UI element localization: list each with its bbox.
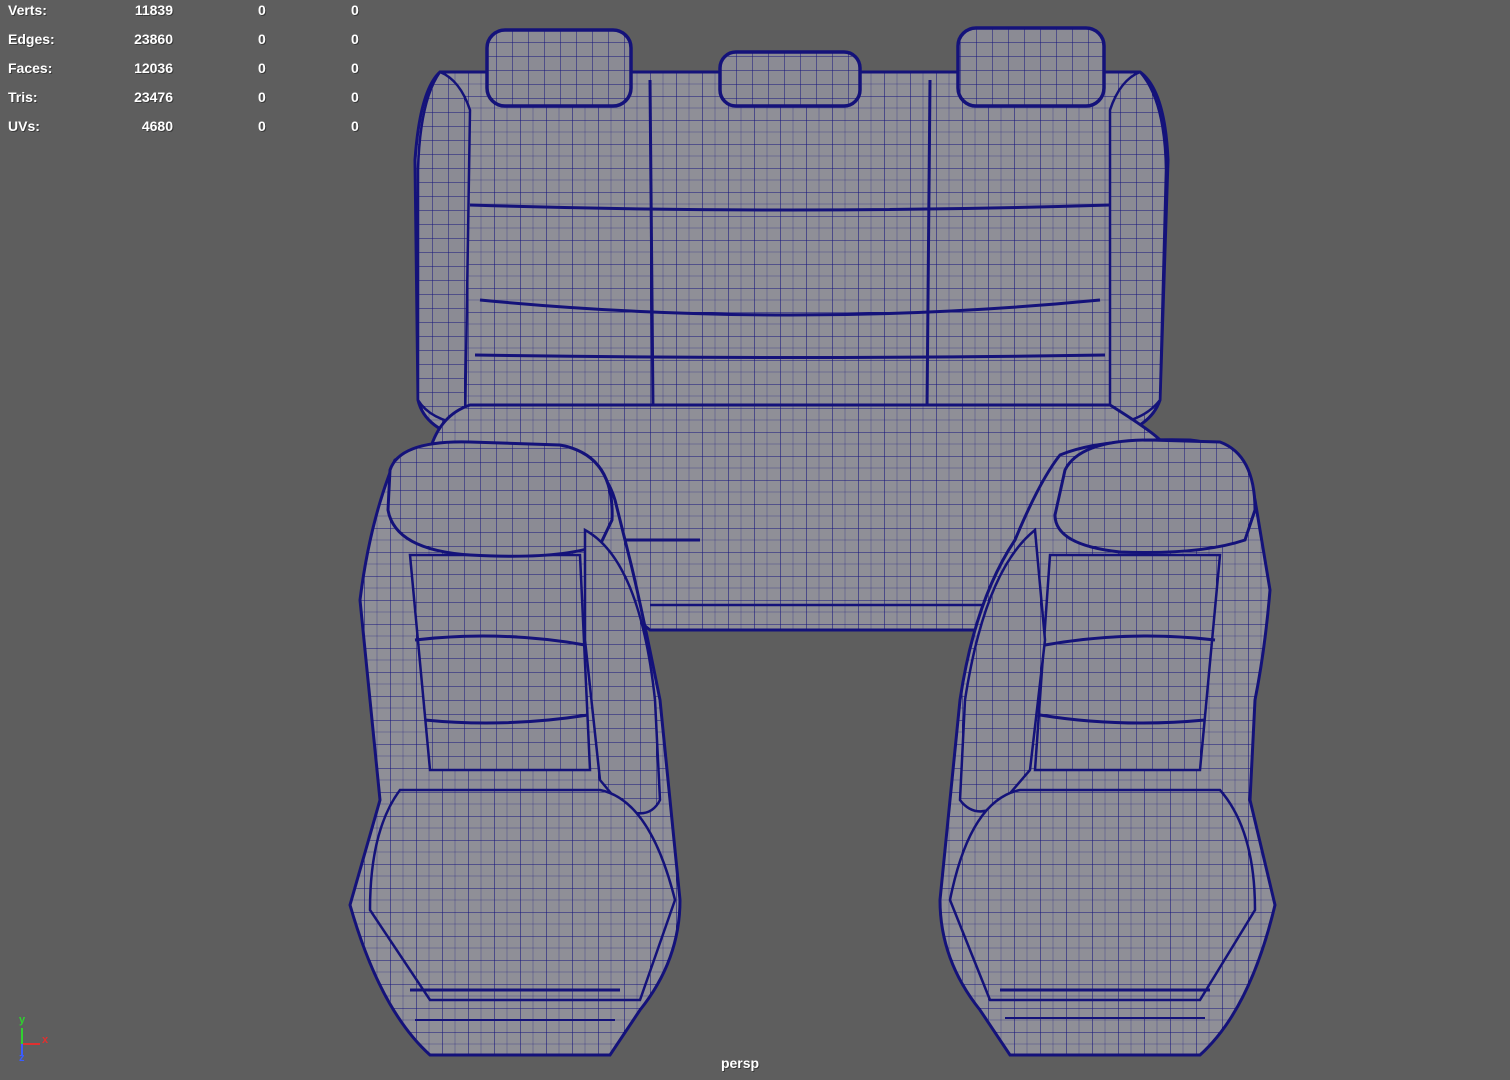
hud-total: 23860 <box>134 31 173 47</box>
hud-total: 11839 <box>134 2 173 18</box>
hud-selected-component: 0 <box>351 118 359 134</box>
hud-row-uvs: UVs: 4680 0 0 <box>0 116 370 136</box>
persp-viewport[interactable]: Verts: 11839 0 0 Edges: 23860 0 0 Faces:… <box>0 0 1510 1080</box>
hud-label: Faces: <box>8 60 53 76</box>
hud-selected: 0 <box>258 31 266 47</box>
hud-total: 12036 <box>134 60 173 76</box>
hud-row-verts: Verts: 11839 0 0 <box>0 0 370 20</box>
y-axis-label: y <box>19 1014 26 1026</box>
hud-row-edges: Edges: 23860 0 0 <box>0 29 370 49</box>
hud-total: 4680 <box>141 118 173 134</box>
hud-label: Verts: <box>8 2 47 18</box>
z-axis-label: z <box>19 1052 25 1064</box>
camera-name-label: persp <box>720 1055 760 1071</box>
hud-row-faces: Faces: 12036 0 0 <box>0 58 370 78</box>
poly-count-hud: Verts: 11839 0 0 Edges: 23860 0 0 Faces:… <box>0 0 370 150</box>
wireframe-model[interactable] <box>0 0 1510 1080</box>
hud-label: Edges: <box>8 31 55 47</box>
hud-selected-component: 0 <box>351 31 359 47</box>
hud-selected-component: 0 <box>351 2 359 18</box>
hud-selected: 0 <box>258 118 266 134</box>
hud-selected: 0 <box>258 60 266 76</box>
hud-label: Tris: <box>8 89 38 105</box>
x-axis-label: x <box>42 1034 49 1046</box>
axis-gizmo-icon: x y z <box>10 1014 60 1068</box>
hud-selected: 0 <box>258 2 266 18</box>
hud-label: UVs: <box>8 118 40 134</box>
hud-row-tris: Tris: 23476 0 0 <box>0 87 370 107</box>
hud-selected: 0 <box>258 89 266 105</box>
hud-selected-component: 0 <box>351 60 359 76</box>
hud-total: 23476 <box>134 89 173 105</box>
hud-selected-component: 0 <box>351 89 359 105</box>
